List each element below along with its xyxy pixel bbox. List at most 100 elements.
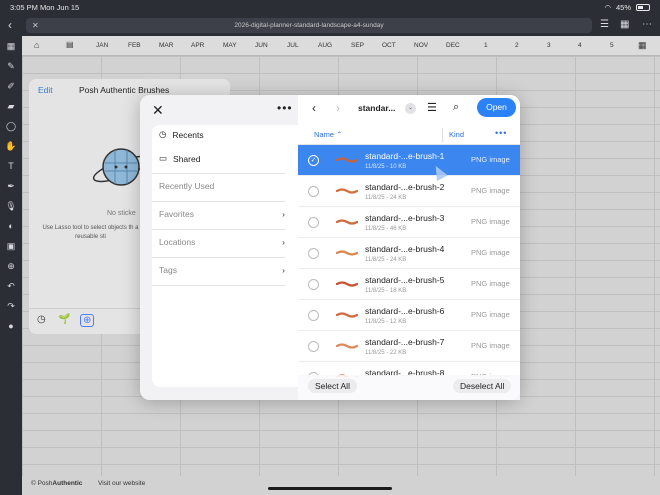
- eyedropper-tool-icon[interactable]: ✒: [0, 176, 22, 196]
- add-sticker-icon[interactable]: ⊕: [80, 314, 95, 327]
- file-row[interactable]: ✓ standard-...e-brush-1 11/8/25 - 10 KB PNG…: [298, 145, 520, 176]
- list-view-icon[interactable]: ☰: [427, 101, 437, 114]
- close-icon[interactable]: ✕: [152, 102, 164, 119]
- sidebar-list: ◷ Recents ▭ Shared Recently Used Favorit…: [152, 125, 298, 387]
- selection-checkbox[interactable]: ✓: [308, 155, 319, 166]
- tab-jul[interactable]: JUL: [287, 42, 299, 49]
- file-row[interactable]: standard-...e-brush-2 11/8/25 - 24 KB PNG …: [298, 176, 520, 207]
- selection-checkbox[interactable]: [308, 217, 319, 228]
- file-picker-sidebar: ✕ ••• ◷ Recents ▭ Shared Recently Used F…: [140, 95, 298, 400]
- tab-3[interactable]: 3: [547, 42, 551, 49]
- highlighter-tool-icon[interactable]: ✐: [0, 76, 22, 96]
- selection-checkbox[interactable]: [308, 279, 319, 290]
- section-locations[interactable]: Locations ›: [159, 237, 285, 247]
- tab-jan[interactable]: JAN: [96, 42, 108, 49]
- current-folder-name[interactable]: standar...: [358, 103, 395, 113]
- tab-aug[interactable]: AUG: [318, 42, 332, 49]
- document-title-bar[interactable]: ✕ 2026-digital-planner-standard-landscap…: [26, 18, 592, 33]
- deselect-all-button[interactable]: Deselect All: [453, 379, 512, 393]
- more-options-icon[interactable]: •••: [277, 101, 293, 115]
- file-name: standard-...e-brush-6: [365, 306, 445, 316]
- eraser-tool-icon[interactable]: ▰: [0, 96, 22, 116]
- close-document-icon[interactable]: ✕: [32, 18, 39, 33]
- document-title: 2026-digital-planner-standard-landscape-…: [234, 22, 384, 29]
- section-tags[interactable]: Tags ›: [159, 265, 285, 275]
- add-icon[interactable]: ⊕: [0, 256, 22, 276]
- text-tool-icon[interactable]: T: [0, 156, 22, 176]
- tool-rail: ▦ ✎ ✐ ▰ ◯ ✋ T ✒ 🎙 ◐ ▣ ⊕ ↶ ↷ ●: [0, 36, 22, 495]
- divider: [152, 173, 285, 174]
- brush-thumbnail: [336, 219, 358, 225]
- file-kind: PNG image: [471, 341, 510, 350]
- section-favorites[interactable]: Favorites ›: [159, 209, 285, 219]
- status-date: Mon Jun 15: [40, 3, 80, 12]
- file-row[interactable]: standard-...e-brush-7 11/8/25 - 22 KB PNG …: [298, 331, 520, 362]
- file-meta: 11/8/25 - 10 KB: [365, 164, 407, 170]
- selection-checkbox[interactable]: [308, 186, 319, 197]
- file-name: standard-...e-brush-2: [365, 182, 445, 192]
- chevron-down-icon[interactable]: ⌄: [405, 103, 416, 114]
- section-recently-used[interactable]: Recently Used: [159, 181, 285, 191]
- redo-icon[interactable]: ↷: [0, 296, 22, 316]
- settings-grid-icon[interactable]: ▦: [638, 40, 647, 51]
- sidebar-item-shared[interactable]: ▭ Shared: [159, 153, 200, 164]
- grid-tool-icon[interactable]: ▦: [0, 36, 22, 56]
- shared-folder-icon: ▭: [159, 153, 168, 163]
- selection-checkbox[interactable]: [308, 248, 319, 259]
- tab-2[interactable]: 2: [515, 42, 519, 49]
- tab-jun[interactable]: JUN: [255, 42, 268, 49]
- brush-thumbnail: [336, 188, 358, 194]
- sidebar-item-recents[interactable]: ◷ Recents: [159, 129, 204, 140]
- tab-nov[interactable]: NOV: [414, 42, 428, 49]
- pen-tool-icon[interactable]: ✎: [0, 56, 22, 76]
- select-all-button[interactable]: Select All: [308, 379, 357, 393]
- search-icon[interactable]: ⌕: [453, 101, 459, 114]
- status-bar: 3:05 PM Mon Jun 15 ◠ 45%: [0, 0, 660, 16]
- outline-icon[interactable]: ☰: [600, 19, 609, 30]
- file-meta: 11/8/25 - 18 KB: [365, 288, 407, 294]
- visit-website-link[interactable]: Visit our website: [98, 480, 145, 487]
- sticker-tool-icon[interactable]: ✋: [0, 136, 22, 156]
- back-icon[interactable]: ‹: [8, 18, 12, 32]
- home-icon[interactable]: ⌂: [34, 40, 39, 50]
- selection-checkbox[interactable]: [308, 341, 319, 352]
- forward-nav-icon[interactable]: ›: [336, 101, 340, 115]
- file-kind: PNG image: [471, 186, 510, 195]
- edit-button[interactable]: Edit: [38, 85, 53, 95]
- file-row[interactable]: standard-...e-brush-6 11/8/25 - 12 KB PNG …: [298, 300, 520, 331]
- selection-checkbox[interactable]: [308, 310, 319, 321]
- undo-icon[interactable]: ↶: [0, 276, 22, 296]
- file-name: standard-...e-brush-7: [365, 337, 445, 347]
- tab-5[interactable]: 5: [610, 42, 614, 49]
- tab-feb[interactable]: FEB: [128, 42, 141, 49]
- shape-tool-icon[interactable]: ◐: [0, 216, 22, 236]
- tab-4[interactable]: 4: [578, 42, 582, 49]
- plant-sticker-icon[interactable]: 🌱: [58, 314, 70, 325]
- calendar-icon[interactable]: ▤: [66, 40, 74, 49]
- color-swatch-icon[interactable]: ●: [0, 316, 22, 336]
- file-kind: PNG image: [471, 217, 510, 226]
- grid-view-icon[interactable]: ▦: [620, 19, 629, 30]
- tab-1[interactable]: 1: [484, 42, 488, 49]
- recent-stickers-icon[interactable]: ◷: [37, 314, 46, 325]
- brush-thumbnail: [336, 343, 358, 349]
- tab-apr[interactable]: APR: [191, 42, 204, 49]
- file-row[interactable]: standard-...e-brush-4 11/8/25 - 24 KB PNG …: [298, 238, 520, 269]
- kind-column-header[interactable]: Kind: [449, 130, 464, 139]
- lasso-tool-icon[interactable]: ◯: [0, 116, 22, 136]
- back-nav-icon[interactable]: ‹: [312, 101, 316, 115]
- name-column-header[interactable]: Name ⌃: [314, 130, 342, 139]
- microphone-icon[interactable]: 🎙: [0, 196, 22, 216]
- tab-mar[interactable]: MAR: [159, 42, 173, 49]
- open-button[interactable]: Open: [477, 98, 516, 117]
- more-menu-icon[interactable]: ⋯: [642, 19, 652, 30]
- tab-dec[interactable]: DEC: [446, 42, 460, 49]
- column-options-icon[interactable]: •••: [495, 128, 507, 138]
- file-row[interactable]: standard-...e-brush-3 11/8/25 - 46 KB PNG …: [298, 207, 520, 238]
- tab-sep[interactable]: SEP: [351, 42, 364, 49]
- tab-may[interactable]: MAY: [223, 42, 237, 49]
- tab-oct[interactable]: OCT: [382, 42, 396, 49]
- wifi-icon: ◠: [604, 3, 611, 12]
- file-row[interactable]: standard-...e-brush-5 11/8/25 - 18 KB PNG …: [298, 269, 520, 300]
- image-tool-icon[interactable]: ▣: [0, 236, 22, 256]
